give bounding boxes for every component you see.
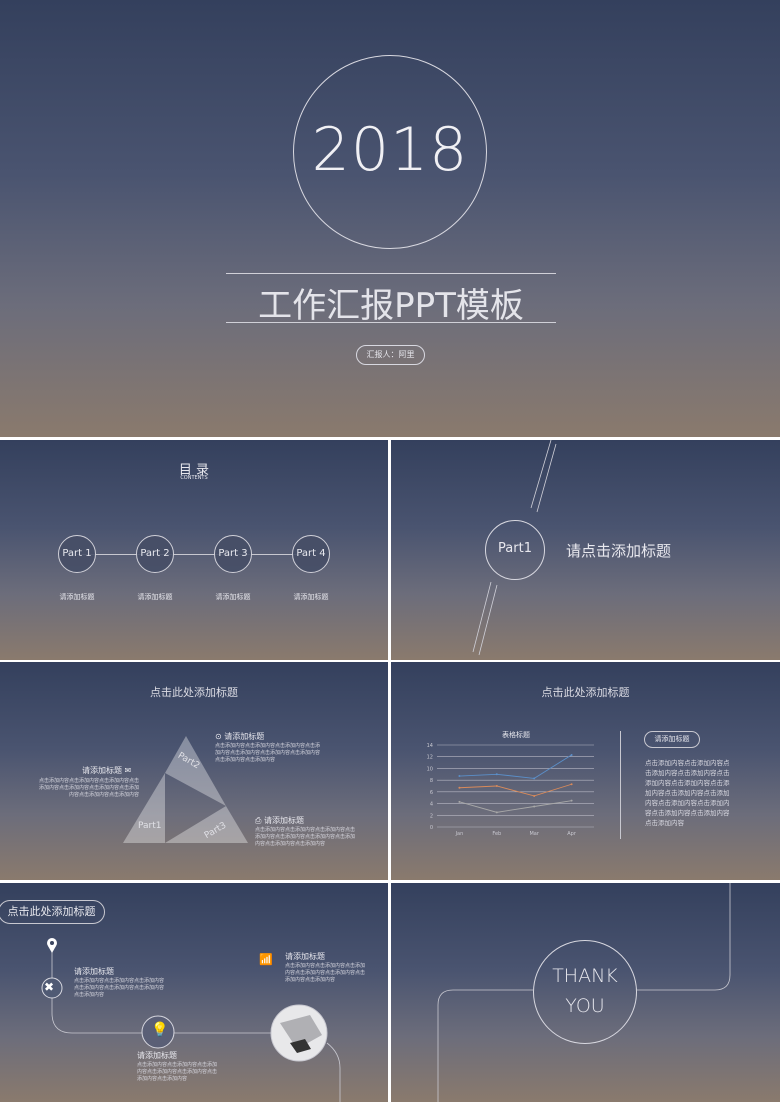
block-left-heading: 请添加标题 ✉	[82, 766, 132, 775]
block2-heading: 请添加标题	[285, 952, 325, 961]
y-tick-label: 12	[427, 755, 433, 761]
year: 2018	[311, 115, 469, 185]
thanks-slide[interactable]: THANK YOU	[391, 883, 780, 1102]
section-slide[interactable]: Part1 请点击添加标题	[391, 440, 780, 660]
triangle-slide[interactable]: 点击此处添加标题 Part1 Part2 Part3 ⊙ 请添加标题 点击添加内…	[0, 662, 388, 880]
part1-label: Part1	[138, 821, 162, 831]
y-tick-label: 0	[430, 825, 433, 831]
mail-icon: ✉	[124, 766, 132, 775]
data-point	[495, 773, 498, 776]
cover-title: 工作汇报PPT模板	[258, 286, 524, 326]
pill-heading: 请添加标题	[644, 731, 700, 748]
title-rule-bottom	[226, 322, 556, 323]
data-point	[570, 783, 573, 786]
thanks-line1: THANK	[552, 965, 618, 987]
toc-part-caption: 请添加标题	[293, 593, 329, 601]
block-bottom-body: 点击添加内容点击添加内容点击添加内容点击添加内容点击添加内容点击添加内容点击添加…	[255, 827, 356, 847]
printer-icon: ⎙	[255, 816, 262, 825]
data-point	[458, 775, 461, 778]
chart-slide[interactable]: 点击此处添加标题 表格标题 0 2 4 6 8 10 12 14 Jan Feb Mar Apr 请添…	[391, 662, 780, 880]
toc-part-caption: 请添加标题	[137, 593, 173, 601]
tools-icon: ✖	[44, 980, 55, 994]
block1-body: 点击添加内容点击添加内容点击添加内容点击添加内容点击添加内容点击添加内容点击添加…	[74, 978, 165, 998]
x-tick-label: Jan	[455, 831, 464, 837]
cover-slide[interactable]: 2018 工作汇报PPT模板 汇报人：阿里	[0, 0, 780, 437]
block-top-body: 点击添加内容点击添加内容点击添加内容点击添加内容点击添加内容点击添加内容点击添加…	[215, 743, 321, 763]
reporter-badge: 汇报人：阿里	[356, 345, 425, 365]
data-point	[458, 800, 461, 803]
data-point	[495, 785, 498, 787]
title-rule-top	[226, 273, 556, 274]
y-tick-label: 4	[430, 802, 433, 808]
block-top-heading: ⊙ 请添加标题	[215, 732, 265, 741]
divider	[620, 731, 621, 839]
toc-part-caption: 请添加标题	[59, 593, 95, 601]
section-title: 请点击添加标题	[566, 542, 672, 560]
pill-body: 点击添加内容点击添加内容点击添加内容点击添加内容点击添加内容点击添加内容点击添加…	[645, 759, 730, 827]
series-line-2	[459, 783, 572, 797]
thanks-line2: YOU	[565, 995, 605, 1017]
bar-chart-icon: 📶	[259, 953, 273, 966]
connector-line	[77, 554, 311, 555]
block3-heading: 请添加标题	[137, 1051, 177, 1060]
y-tick-label: 2	[430, 813, 433, 819]
toc-part-label: Part 1	[62, 548, 92, 559]
y-tick-label: 6	[430, 790, 433, 796]
toc-part-caption: 请添加标题	[215, 593, 251, 601]
toc-part-label: Part 4	[296, 548, 326, 559]
data-point	[570, 799, 573, 802]
block-left-body: 点击添加内容点击添加内容点击添加内容点击添加内容点击添加内容点击添加内容点击添加…	[38, 778, 139, 798]
data-point	[533, 805, 536, 808]
y-tick-label: 10	[427, 766, 433, 772]
part-label: Part1	[498, 541, 532, 556]
toc-slide[interactable]: 目 录 CONTENTS Part 1 请添加标题 Part 2 请添加标题 P…	[0, 440, 388, 660]
play-icon: ⊙	[215, 732, 222, 741]
x-tick-label: Apr	[567, 831, 577, 837]
block2-body: 点击添加内容点击添加内容点击添加内容点击添加内容点击添加内容点击添加内容点击添加…	[285, 963, 366, 983]
toc-subtitle: CONTENTS	[180, 475, 208, 481]
series-line-3	[459, 800, 572, 813]
x-tick-label: Feb	[492, 831, 501, 837]
block3-body: 点击添加内容点击添加内容点击添加内容点击添加内容点击添加内容点击添加内容点击添加…	[137, 1062, 218, 1082]
data-point	[570, 753, 573, 756]
data-point	[495, 811, 498, 814]
data-point	[533, 777, 536, 780]
toc-part-label: Part 3	[218, 548, 248, 559]
lightbulb-icon: 💡	[151, 1022, 169, 1038]
data-point	[533, 794, 536, 797]
y-tick-label: 14	[427, 743, 433, 749]
toc-part-label: Part 2	[140, 548, 170, 559]
block1-heading: 请添加标题	[74, 967, 114, 976]
series-line-1	[459, 754, 572, 779]
block-bottom-heading: ⎙ 请添加标题	[255, 816, 304, 825]
y-tick-label: 8	[430, 778, 433, 784]
data-point	[458, 786, 461, 789]
x-tick-label: Mar	[529, 831, 539, 837]
thanks-circle	[533, 940, 637, 1044]
timeline-slide[interactable]: 点击此处添加标题 ✖ 💡 📶 请添加标题 点击添加内容点击添加内容点击添加内容点…	[0, 883, 388, 1102]
